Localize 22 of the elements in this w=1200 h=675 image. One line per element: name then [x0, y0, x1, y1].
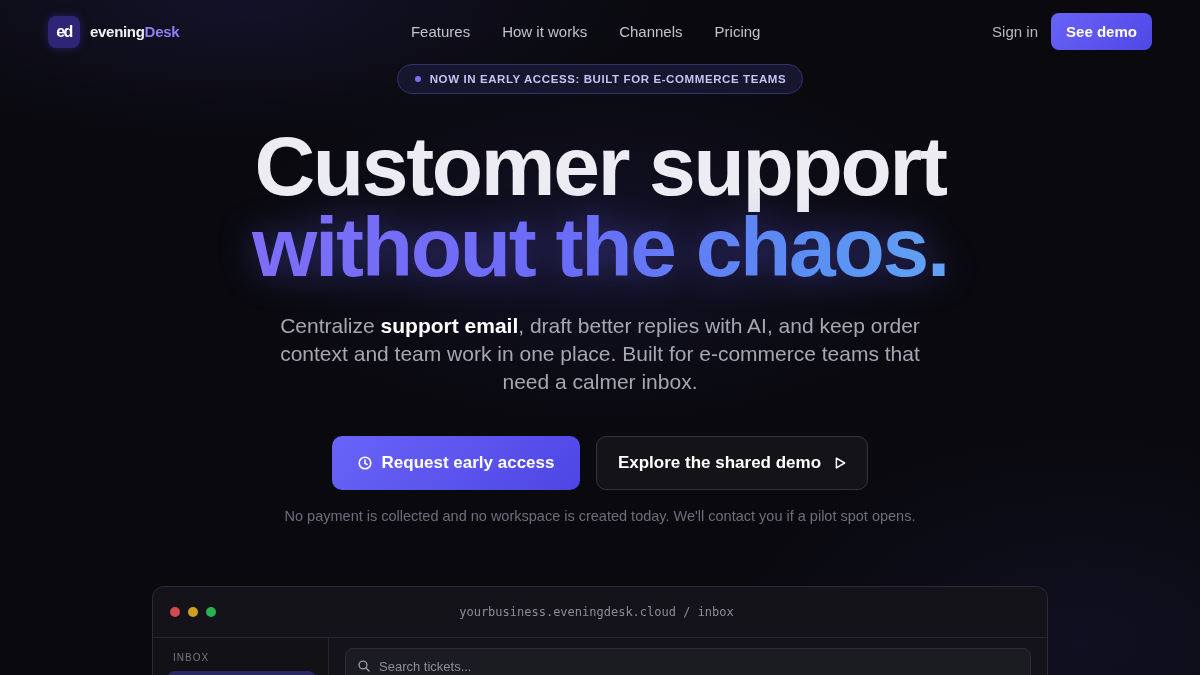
brand-name[interactable]: eveningDesk	[90, 23, 180, 40]
traffic-light-icon	[170, 607, 180, 617]
status-dot-icon	[414, 76, 421, 82]
nav-link[interactable]: Pricing	[714, 23, 761, 40]
sign-in-link[interactable]: Sign in	[992, 23, 1038, 40]
search-field[interactable]: Search tickets...	[345, 648, 1031, 675]
request-access-button[interactable]: Request early access	[332, 436, 580, 490]
announcement-text: NOW IN EARLY ACCESS: BUILT FOR E-COMMERCE TEAMS	[429, 73, 787, 85]
traffic-light-icon	[188, 607, 198, 617]
nav-link[interactable]: Channels	[619, 23, 683, 40]
logo-badge[interactable]: ed	[48, 15, 80, 48]
address-text: yourbusiness.eveningdesk.cloud / inbox	[458, 605, 735, 619]
nav-link[interactable]: How it works	[502, 23, 588, 40]
disclaimer-text: No payment is collected and no workspace is created today. We'll contact you if a pilot spot opens.	[284, 507, 916, 526]
hero-description: Centralize support email, draft better replies with AI, and keep order context and team work in one place. Built for e-commerce teams that need a calmer inbox.	[279, 313, 921, 395]
play-icon	[835, 457, 847, 469]
explore-demo-button[interactable]: Explore the shared demo	[596, 436, 868, 490]
traffic-light-icon	[206, 607, 216, 617]
see-demo-button[interactable]: See demo	[1051, 13, 1152, 50]
sidebar-heading: INBOX	[172, 652, 211, 664]
clock-icon	[357, 456, 372, 470]
nav-link[interactable]: Features	[410, 23, 471, 40]
